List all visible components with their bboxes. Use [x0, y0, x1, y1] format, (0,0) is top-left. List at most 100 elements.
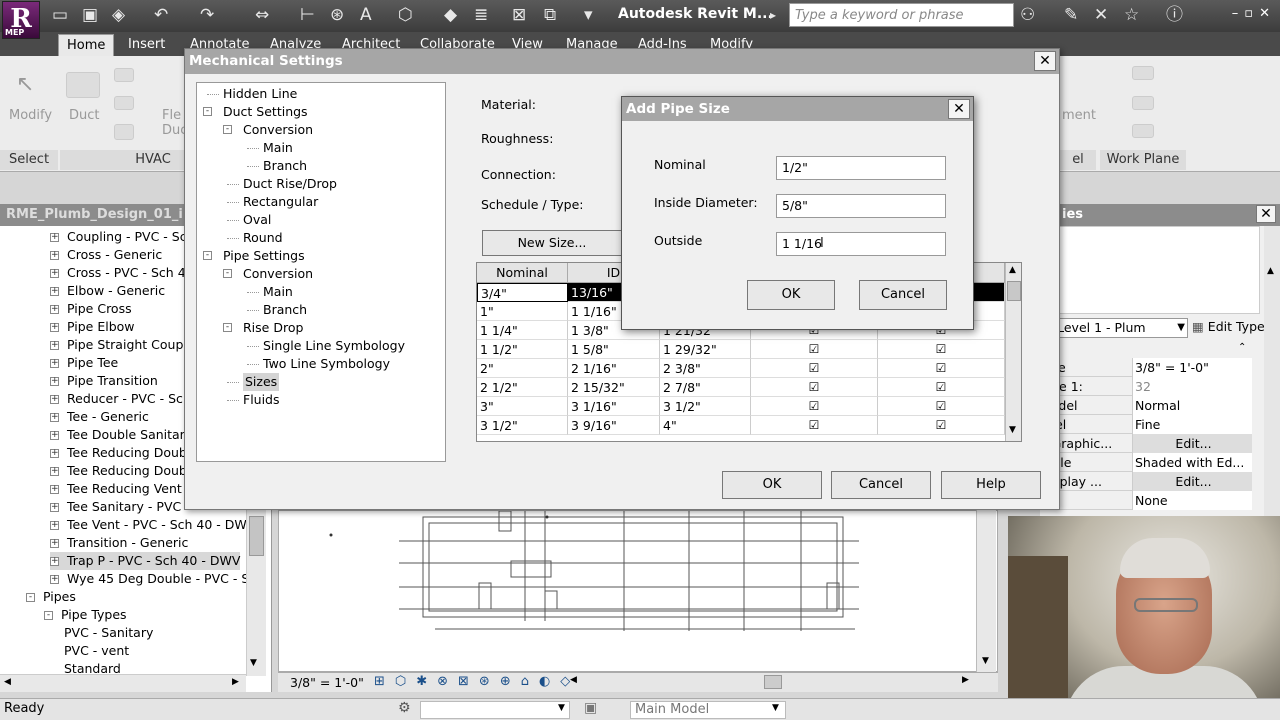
tree-node[interactable]: Duct Rise/Drop [243, 175, 337, 193]
expand-icon[interactable]: + [50, 323, 59, 332]
tree-node[interactable]: Rise Drop [243, 319, 303, 337]
property-value[interactable]: Normal [1132, 396, 1252, 415]
save-icon[interactable]: ▣ [82, 4, 98, 26]
outside-diameter-field[interactable]: 1 1/16 [776, 232, 946, 256]
table-cell[interactable]: 1 29/32" [660, 340, 751, 359]
view-control-icons[interactable]: ⊞⬡✱⊗⊠⊛⊕⌂◐◇ [374, 674, 580, 689]
tree-node[interactable]: Single Line Symbology [263, 337, 405, 355]
expand-icon[interactable]: + [50, 251, 59, 260]
table-cell[interactable]: 1" [477, 302, 568, 321]
expand-icon[interactable]: + [50, 233, 59, 242]
tree-node[interactable]: Branch [263, 157, 307, 175]
scroll-right-icon[interactable]: ▶ [232, 677, 239, 687]
communication-icon[interactable]: ✕ [1094, 4, 1108, 26]
table-cell[interactable]: 2 1/16" [568, 359, 660, 378]
workset-combo[interactable] [420, 701, 570, 719]
tab-insert[interactable]: Insert [120, 34, 173, 56]
tree-node[interactable]: Two Line Symbology [263, 355, 390, 373]
collapse-icon[interactable]: - [203, 107, 212, 116]
expand-icon[interactable]: + [50, 395, 59, 404]
scroll-down-icon[interactable]: ▼ [1009, 425, 1016, 435]
checkbox-cell[interactable]: ☑ [878, 378, 1005, 397]
ref-plane-icon[interactable] [1132, 124, 1154, 138]
collapse-icon[interactable]: - [223, 125, 232, 134]
3d-view-icon[interactable]: ⬡ [398, 4, 413, 26]
thin-lines-icon[interactable]: ≣ [474, 4, 488, 26]
property-value[interactable]: None [1132, 491, 1252, 510]
checkbox-cell[interactable]: ☑ [751, 359, 878, 378]
tree-node[interactable]: Duct Settings [223, 103, 308, 121]
properties-scrollbar[interactable]: ▲ [1264, 226, 1280, 516]
binoculars-icon[interactable]: ⚇ [1020, 4, 1035, 26]
browser-item[interactable]: + Cross - Generic [50, 246, 162, 264]
checkbox-cell[interactable]: ☑ [878, 416, 1005, 435]
modify-button[interactable]: Modify [9, 108, 52, 123]
hscroll-thumb[interactable] [764, 675, 782, 689]
help-icon[interactable]: ⓘ [1166, 4, 1183, 26]
browser-item[interactable]: + Tee - Generic [50, 408, 149, 426]
collapse-icon[interactable]: - [223, 323, 232, 332]
tree-node[interactable]: Branch [263, 301, 307, 319]
section-icon[interactable]: ◆ [444, 4, 457, 26]
qat-dropdown-icon[interactable]: ▾ [584, 4, 593, 26]
expand-icon[interactable]: + [50, 539, 59, 548]
browser-item[interactable]: + Pipe Transition [50, 372, 158, 390]
ok-button[interactable]: OK [747, 280, 835, 310]
window-controls[interactable]: –▫✕ [1232, 6, 1276, 21]
collapse-icon[interactable]: ⌃ [1238, 342, 1246, 353]
checkbox-cell[interactable]: ☑ [751, 378, 878, 397]
expand-icon[interactable]: + [50, 341, 59, 350]
expand-icon[interactable]: + [50, 503, 59, 512]
close-icon[interactable]: ✕ [948, 99, 970, 119]
help-button[interactable]: Help [941, 471, 1041, 499]
duct-placeholder-icon[interactable] [114, 68, 134, 82]
tree-node[interactable]: Round [243, 229, 283, 247]
table-cell[interactable]: 3" [477, 397, 568, 416]
convert-duct-icon[interactable] [114, 96, 134, 110]
table-cell[interactable]: 2 3/8" [660, 359, 751, 378]
browser-item[interactable]: + Reducer - PVC - Sch [50, 390, 191, 408]
drawing-canvas[interactable] [278, 510, 998, 672]
edit-button[interactable]: Edit... [1132, 472, 1252, 491]
browser-item[interactable]: + Cross - PVC - Sch 4 [50, 264, 186, 282]
scroll-up-icon[interactable]: ▲ [1009, 265, 1016, 275]
ok-button[interactable]: OK [722, 471, 822, 499]
table-cell[interactable]: 3 1/16" [568, 397, 660, 416]
property-value[interactable]: Shaded with Ed... [1132, 453, 1252, 472]
drawing-vscrollbar[interactable]: ▼ [976, 510, 996, 672]
expand-icon[interactable]: + [50, 377, 59, 386]
table-cell[interactable]: 4" [660, 416, 751, 435]
star-icon[interactable]: ☆ [1124, 4, 1139, 26]
browser-item[interactable]: - Pipes [26, 588, 76, 606]
close-hidden-icon[interactable]: ⊠ [512, 4, 526, 26]
checkbox-cell[interactable]: ☑ [751, 397, 878, 416]
property-value[interactable]: 3/8" = 1'-0" [1132, 358, 1252, 377]
browser-item[interactable]: + Coupling - PVC - Sch [50, 228, 195, 246]
tree-node[interactable]: Conversion [243, 121, 313, 139]
new-size-button[interactable]: New Size... [482, 230, 622, 256]
scroll-left-icon[interactable]: ◀ [4, 677, 11, 687]
tab-home[interactable]: Home [58, 34, 115, 56]
panel-select[interactable]: Select [0, 150, 58, 170]
scroll-down-icon[interactable]: ▼ [250, 658, 257, 668]
browser-item[interactable]: + Trap P - PVC - Sch 40 - DWV [50, 552, 241, 570]
collapse-icon[interactable]: - [26, 593, 35, 602]
expand-icon[interactable]: + [50, 431, 59, 440]
collapse-icon[interactable]: - [203, 251, 212, 260]
browser-item[interactable]: + Tee Double Sanitar [50, 426, 185, 444]
collapse-icon[interactable]: - [223, 269, 232, 278]
tree-node[interactable]: Rectangular [243, 193, 318, 211]
title-dropdown-icon[interactable]: ▸ [770, 4, 776, 26]
duct-fitting-icon[interactable] [114, 124, 134, 140]
view-instance-selector[interactable]: n: Level 1 - Plum ▼ [1040, 318, 1188, 338]
browser-item[interactable]: + Pipe Elbow [50, 318, 135, 336]
tree-node[interactable]: Main [263, 139, 293, 157]
show-work-plane-icon[interactable] [1132, 96, 1154, 110]
scrollbar-thumb[interactable] [1007, 281, 1021, 301]
browser-item[interactable]: + Transition - Generic [50, 534, 188, 552]
column-header[interactable]: Nominal [477, 263, 568, 283]
table-cell[interactable]: 1 1/4" [477, 321, 568, 340]
table-cell[interactable]: 2 1/2" [477, 378, 568, 397]
browser-item[interactable]: + Wye 45 Deg Double - PVC - Sc [50, 570, 256, 588]
project-browser-hscrollbar[interactable]: ◀ ▶ [0, 674, 246, 692]
